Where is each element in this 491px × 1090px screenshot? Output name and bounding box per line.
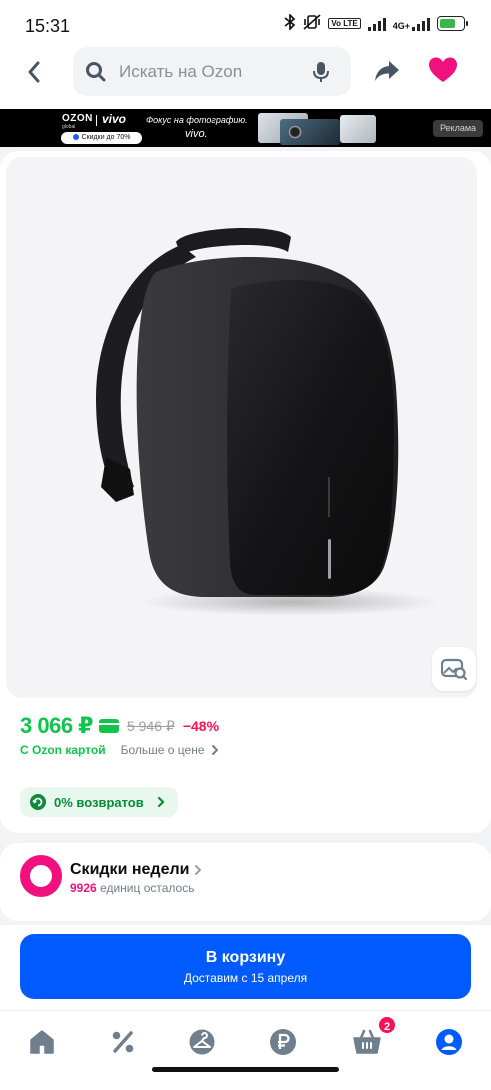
vibrate-icon	[303, 14, 321, 33]
cart-label: В корзину	[205, 949, 286, 966]
heart-icon	[429, 57, 457, 82]
hanger-icon	[189, 1029, 215, 1055]
banner-brand-sub: global	[62, 124, 76, 130]
cart-delivery: Доставим с 15 апреля	[183, 971, 308, 985]
search-icon	[86, 61, 106, 81]
home-icon	[30, 1030, 54, 1054]
weekly-title-row: Скидки недели	[70, 861, 203, 879]
price-row: 3 066 ₽ 5 946 ₽ −48%	[20, 712, 219, 740]
banner-divider	[96, 115, 97, 126]
backpack-image	[96, 227, 441, 616]
banner-partner: vivo	[102, 112, 127, 126]
weekly-title: Скидки недели	[70, 861, 190, 878]
battery-icon	[437, 16, 468, 31]
weekly-discounts-icon	[20, 855, 62, 897]
returns-icon	[30, 794, 46, 810]
ad-banner[interactable]: OZON global vivo Скидки до 70% Фокус на …	[0, 109, 491, 147]
banner-pill: Скидки до 70%	[61, 132, 142, 144]
profile-icon	[436, 1029, 462, 1055]
add-to-cart-button[interactable]: В корзину Доставим с 15 апреля	[20, 934, 471, 999]
search-field[interactable]: Искать на Ozon	[73, 47, 351, 96]
weekly-count: 9926	[70, 881, 97, 895]
ozon-card-icon	[98, 719, 119, 733]
volte-icon: Vo LTE	[328, 18, 361, 29]
network-type: 4G+	[392, 21, 410, 31]
nav-home[interactable]	[26, 1026, 58, 1058]
nav-profile[interactable]	[433, 1026, 465, 1058]
weekly-count-suffix: единиц осталось	[100, 881, 195, 895]
chevron-right-icon	[195, 865, 202, 875]
home-indicator[interactable]	[152, 1067, 339, 1072]
chevron-right-icon	[157, 796, 165, 808]
search-placeholder: Искать на Ozon	[119, 61, 243, 81]
share-icon	[375, 61, 399, 81]
nav-finance[interactable]	[267, 1026, 299, 1058]
banner-text1: Фокус на фотографию.	[146, 115, 248, 125]
cart-badge: 2	[377, 1015, 397, 1035]
nav-fresh[interactable]	[186, 1026, 218, 1058]
discount-badge: −48%	[182, 718, 220, 734]
status-time: 15:31	[25, 16, 71, 36]
find-similar-button[interactable]	[432, 647, 476, 691]
status-icons: Vo LTE 4G+	[284, 12, 468, 33]
percent-icon	[112, 1031, 134, 1053]
ruble-icon	[270, 1029, 296, 1055]
ad-label[interactable]: Реклама	[433, 120, 483, 137]
banner-text2: vivo.	[185, 128, 208, 140]
status-bar: 15:31 Vo LTE 4G+	[0, 0, 491, 46]
banner-phones-image	[258, 111, 376, 145]
cart-bar: В корзину Доставим с 15 апреля	[0, 925, 491, 1010]
top-bar: Искать на Ozon	[0, 46, 491, 109]
old-price: 5 946 ₽	[126, 717, 175, 734]
banner-brand: OZON	[62, 113, 93, 124]
weekly-discounts[interactable]: Скидки недели 9926 единиц осталось	[0, 843, 491, 921]
back-button[interactable]	[18, 56, 50, 88]
image-search-icon	[441, 658, 467, 681]
ozon-card-label: С Ozon картой	[20, 743, 106, 757]
returns-label: 0% возвратов	[54, 794, 144, 810]
more-price-link[interactable]: Больше о цене	[121, 743, 205, 757]
returns-chip[interactable]: 0% возвратов	[20, 787, 178, 817]
basket-icon	[353, 1029, 381, 1054]
back-arrow-icon	[28, 61, 40, 83]
signal-4g-icon: 4G+	[393, 16, 430, 31]
bottom-nav: 2	[0, 1010, 491, 1090]
signal-icon	[367, 16, 386, 31]
nav-discounts[interactable]	[107, 1026, 139, 1058]
chevron-right-icon	[211, 745, 218, 755]
price: 3 066 ₽	[20, 713, 93, 738]
favorite-button[interactable]	[428, 56, 458, 89]
price-sub-row: С Ozon картой Больше о цене	[20, 743, 220, 757]
product-screen: 15:31 Vo LTE 4G+ Искать на Ozon OZON glo…	[0, 0, 491, 1090]
product-image[interactable]	[6, 157, 477, 698]
bluetooth-icon	[284, 12, 296, 33]
share-button[interactable]	[372, 56, 402, 91]
microphone-icon[interactable]	[313, 61, 329, 83]
weekly-subtitle: 9926 единиц осталось	[70, 881, 194, 895]
